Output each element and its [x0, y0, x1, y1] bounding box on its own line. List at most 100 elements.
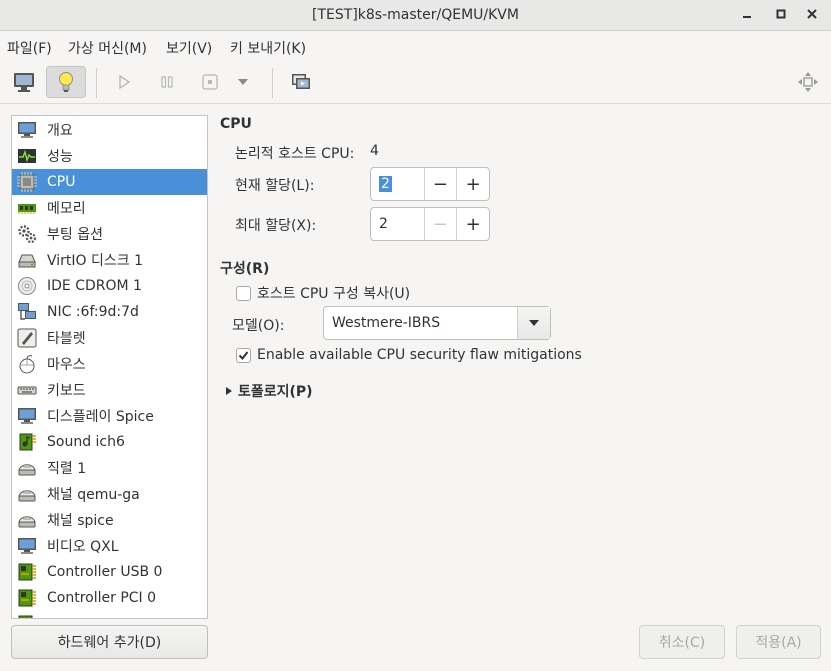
- sidebar-item-label: 직렬 1: [47, 461, 87, 477]
- title-bar: [TEST]k8s-master/QEMU/KVM: [0, 0, 831, 31]
- pause-button[interactable]: [147, 66, 187, 98]
- snapshots-button[interactable]: [281, 66, 321, 98]
- sidebar-item-label: Controller PCI 0: [47, 590, 157, 606]
- menu-virtual-machine[interactable]: 가상 머신(M): [68, 38, 147, 58]
- pause-icon: [161, 76, 173, 88]
- copy-host-cpu-label: 호스트 CPU 구성 복사(U): [257, 286, 411, 302]
- power-off-icon: [202, 74, 218, 90]
- sidebar-item-cpu[interactable]: CPU: [12, 169, 207, 195]
- sidebar-item-label: Sound ich6: [47, 434, 125, 450]
- current-allocation-spinner[interactable]: 2 − +: [370, 167, 490, 201]
- sidebar-item-ide-cdrom[interactable]: IDE CDROM 1: [12, 273, 207, 299]
- current-decrement-button[interactable]: −: [423, 168, 457, 200]
- current-allocation-input[interactable]: 2: [371, 168, 424, 200]
- sidebar-item-virtio-disk[interactable]: VirtIO 디스크 1: [12, 247, 207, 273]
- sidebar-item-label: CPU: [47, 174, 76, 190]
- toolbar-separator: [272, 68, 273, 98]
- toolbar-separator: [96, 68, 97, 98]
- current-allocation-label: 현재 할당(L):: [235, 178, 315, 194]
- sidebar-item-controller-pci[interactable]: Controller PCI 0: [12, 585, 207, 611]
- run-button[interactable]: [104, 66, 144, 98]
- play-icon: [119, 74, 131, 90]
- security-mitigations-label: Enable available CPU security flaw mitig…: [257, 347, 582, 363]
- model-dropdown-button[interactable]: [517, 307, 550, 339]
- current-increment-button[interactable]: +: [456, 168, 489, 200]
- cpu-section-title: CPU: [220, 116, 252, 132]
- max-allocation-spinner[interactable]: 2 − +: [370, 207, 490, 241]
- sidebar-item-display-spice[interactable]: 디스플레이 Spice: [12, 403, 207, 429]
- chevron-down-icon: [529, 320, 539, 326]
- minimize-button[interactable]: [735, 4, 759, 26]
- maximize-icon: [776, 9, 786, 19]
- sidebar-item-label: Controller USB 0: [47, 564, 163, 580]
- menu-view[interactable]: 보기(V): [166, 38, 212, 58]
- sidebar-item-label: 채널 qemu-ga: [47, 487, 140, 503]
- copy-host-cpu-checkbox[interactable]: 호스트 CPU 구성 복사(U): [236, 283, 410, 303]
- cdrom-icon: [16, 275, 38, 297]
- sound-card-icon: [16, 431, 38, 453]
- move-fullscreen-icon: [798, 72, 818, 92]
- console-button[interactable]: [4, 66, 44, 98]
- sidebar-item-partial[interactable]: [12, 611, 207, 618]
- max-allocation-label: 최대 할당(X):: [235, 218, 317, 234]
- topology-label: 토폴로지(P): [238, 384, 313, 400]
- sidebar-item-controller-usb[interactable]: Controller USB 0: [12, 559, 207, 585]
- video-icon: [16, 535, 38, 557]
- details-button[interactable]: [46, 66, 86, 98]
- apply-button[interactable]: 적용(A): [736, 625, 821, 659]
- sidebar-item-keyboard[interactable]: 키보드: [12, 377, 207, 403]
- sidebar-item-label: 채널 spice: [47, 513, 114, 529]
- add-hardware-button[interactable]: 하드웨어 추가(D): [11, 625, 208, 659]
- cancel-button[interactable]: 취소(C): [639, 625, 725, 659]
- toolbar: [0, 60, 831, 104]
- max-allocation-input[interactable]: 2: [371, 208, 424, 240]
- hardware-list: 개요 성능 CPU 메모리 부팅 옵션 VirtIO 디스크 1 IDE CDR…: [11, 115, 208, 619]
- sidebar-item-sound[interactable]: Sound ich6: [12, 429, 207, 455]
- sidebar-item-memory[interactable]: 메모리: [12, 195, 207, 221]
- security-mitigations-checkbox[interactable]: Enable available CPU security flaw mitig…: [236, 347, 582, 363]
- sidebar-item-label: 부팅 옵션: [47, 227, 103, 243]
- sidebar-item-label: 키보드: [47, 383, 86, 399]
- shutdown-button[interactable]: [190, 66, 230, 98]
- sidebar-item-performance[interactable]: 성능: [12, 143, 207, 169]
- display-icon: [16, 405, 38, 427]
- channel-icon: [16, 483, 38, 505]
- checkbox-box[interactable]: [236, 347, 251, 363]
- sidebar-item-overview[interactable]: 개요: [12, 117, 207, 143]
- sidebar-item-label: 비디오 QXL: [47, 539, 119, 555]
- keyboard-icon: [16, 379, 38, 401]
- sidebar-item-label: 메모리: [47, 201, 86, 217]
- checkbox-box[interactable]: [236, 285, 251, 301]
- model-value[interactable]: Westmere-IBRS: [324, 307, 517, 339]
- tablet-icon: [16, 327, 38, 349]
- max-increment-button[interactable]: +: [456, 208, 489, 240]
- sidebar-item-nic[interactable]: NIC :6f:9d:7d: [12, 299, 207, 325]
- max-decrement-button[interactable]: −: [423, 208, 457, 240]
- logical-host-cpu-value: 4: [370, 143, 379, 159]
- topology-expander[interactable]: 토폴로지(P): [225, 381, 313, 401]
- sidebar-item-tablet[interactable]: 타블렛: [12, 325, 207, 351]
- maximize-button[interactable]: [769, 4, 793, 26]
- hard-disk-icon: [16, 249, 38, 271]
- sidebar-item-label: 디스플레이 Spice: [47, 409, 154, 425]
- close-button[interactable]: [800, 4, 824, 26]
- sidebar-item-label: 타블렛: [47, 331, 86, 347]
- sidebar-item-channel-spice[interactable]: 채널 spice: [12, 507, 207, 533]
- channel-icon: [16, 509, 38, 531]
- fullscreen-button[interactable]: [788, 66, 828, 98]
- model-combobox[interactable]: Westmere-IBRS: [323, 306, 551, 340]
- controller-icon: [16, 587, 38, 609]
- minimize-icon: [743, 16, 751, 18]
- sidebar-item-label: IDE CDROM 1: [47, 278, 142, 294]
- menu-send-key[interactable]: 키 보내기(K): [230, 38, 306, 58]
- sidebar-item-channel-qemu-ga[interactable]: 채널 qemu-ga: [12, 481, 207, 507]
- checkmark-icon: [238, 350, 249, 360]
- sidebar-item-mouse[interactable]: 마우스: [12, 351, 207, 377]
- sidebar-item-video-qxl[interactable]: 비디오 QXL: [12, 533, 207, 559]
- menu-file[interactable]: 파일(F): [7, 38, 52, 58]
- sidebar-item-label: VirtIO 디스크 1: [47, 253, 144, 269]
- sidebar-item-label: 마우스: [47, 357, 86, 373]
- shutdown-menu-button[interactable]: [228, 66, 258, 98]
- sidebar-item-serial[interactable]: 직렬 1: [12, 455, 207, 481]
- sidebar-item-boot-options[interactable]: 부팅 옵션: [12, 221, 207, 247]
